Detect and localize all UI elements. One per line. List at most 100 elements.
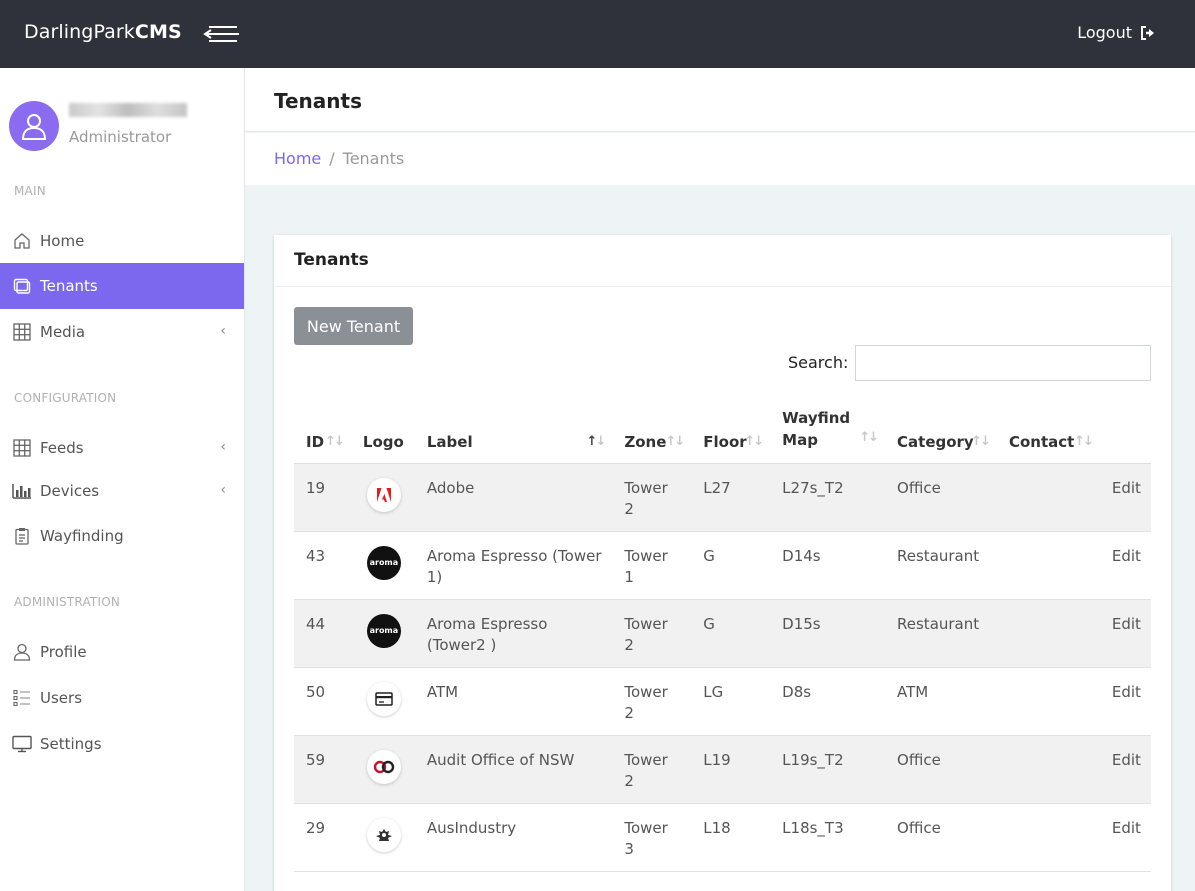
aroma-logo-icon: aroma	[366, 613, 401, 648]
cell-contact	[996, 803, 1100, 872]
table-row: 50 ATM Tower 2 LG D8s ATM Edit	[294, 667, 1151, 736]
sidebar-item-media[interactable]: Media ‹	[0, 309, 244, 355]
cell-logo	[350, 463, 415, 532]
adobe-logo-icon	[366, 477, 401, 512]
column-header-label: Contact	[1008, 432, 1075, 451]
home-icon	[12, 231, 32, 251]
search-input[interactable]	[855, 345, 1151, 381]
cell-zone: Tower 2	[612, 463, 692, 532]
column-header-category[interactable]: Category ↑↓	[885, 405, 997, 464]
cell-category: Restaurant	[885, 599, 997, 668]
column-header-label-col[interactable]: Label ↑↓	[414, 405, 613, 464]
column-header-actions	[1099, 405, 1151, 464]
sidebar-item-profile[interactable]: Profile	[0, 629, 244, 675]
cell-id: 50	[294, 667, 351, 736]
sort-icon: ↑↓	[744, 433, 764, 449]
breadcrumb-home-link[interactable]: Home	[274, 149, 321, 168]
sidebar-item-users[interactable]: Users	[0, 675, 244, 721]
edit-link[interactable]: Edit	[1099, 531, 1151, 600]
sort-icon: ↑↓	[325, 433, 345, 449]
edit-link[interactable]: Edit	[1099, 599, 1151, 668]
brand-suffix: CMS	[134, 21, 182, 43]
cell-logo: aroma	[350, 599, 415, 668]
table-row: 44 aroma Aroma Espresso (Tower2 ) Tower …	[294, 599, 1151, 668]
list-icon	[12, 688, 32, 708]
table-row: 59 Audit Office of NSW Tower 2 L19 L19s_…	[294, 735, 1151, 804]
top-bar: DarlingParkCMS Logout	[0, 0, 1195, 68]
edit-link[interactable]: Edit	[1099, 735, 1151, 804]
avatar[interactable]	[9, 101, 59, 151]
column-header-label: Logo	[362, 432, 404, 451]
page-header: Tenants	[245, 68, 1195, 132]
chevron-left-icon: ‹	[220, 439, 226, 455]
cell-contact	[996, 531, 1100, 600]
sidebar-item-devices[interactable]: Devices ‹	[0, 468, 244, 514]
cell-floor: G	[691, 599, 771, 668]
section-label-main: MAIN	[14, 184, 46, 198]
column-header-wayfind-map[interactable]: Wayfind Map ↑↓	[770, 405, 886, 464]
clipboard-icon	[12, 526, 32, 546]
cell-map: L27s_T2	[770, 463, 886, 532]
cell-logo	[350, 803, 415, 872]
sidebar-item-home[interactable]: Home	[0, 218, 244, 264]
cell-zone: Tower 1	[612, 531, 692, 600]
cell-id: 44	[294, 599, 351, 668]
cell-contact	[996, 735, 1100, 804]
table-row: 43 aroma Aroma Espresso (Tower 1) Tower …	[294, 531, 1151, 600]
cell-map: L19s_T2	[770, 735, 886, 804]
column-header-floor[interactable]: Floor ↑↓	[691, 405, 771, 464]
tenants-table: ID ↑↓ Logo Label ↑↓ Zone ↑↓ Floor ↑↓ Wayfind…	[294, 405, 1151, 872]
section-label-configuration: CONFIGURATION	[14, 391, 117, 405]
edit-link[interactable]: Edit	[1099, 803, 1151, 872]
brand-logo[interactable]: DarlingParkCMS	[24, 21, 182, 43]
edit-link[interactable]: Edit	[1099, 463, 1151, 532]
cell-map: D15s	[770, 599, 886, 668]
column-header-label: Zone	[624, 432, 667, 451]
cell-category: Office	[885, 463, 997, 532]
cell-label: Adobe	[414, 463, 613, 532]
column-header-contact[interactable]: Contact ↑↓	[996, 405, 1100, 464]
page-title: Tenants	[274, 89, 362, 113]
sort-ascending-icon: ↑↓	[586, 433, 607, 449]
cell-category: Restaurant	[885, 531, 997, 600]
sidebar-item-feeds[interactable]: Feeds ‹	[0, 425, 244, 471]
cell-zone: Tower 2	[612, 667, 692, 736]
logo-text: aroma	[369, 558, 399, 567]
sidebar-item-label: Home	[40, 232, 85, 250]
sidebar-item-label: Feeds	[40, 439, 84, 457]
user-icon	[12, 642, 32, 662]
column-header-zone[interactable]: Zone ↑↓	[612, 405, 692, 464]
menu-toggle-icon[interactable]	[203, 24, 241, 44]
cell-floor: L18	[691, 803, 771, 872]
sidebar-item-label: Wayfinding	[40, 527, 124, 545]
sort-icon: ↑↓	[665, 433, 685, 449]
sidebar-item-settings[interactable]: Settings	[0, 721, 244, 767]
cell-contact	[996, 667, 1100, 736]
sidebar-item-label: Devices	[40, 482, 100, 500]
cell-id: 59	[294, 735, 351, 804]
tenants-card: Tenants New Tenant Search: ID ↑↓ Logo Lab…	[274, 235, 1171, 891]
cell-zone: Tower 2	[612, 735, 692, 804]
new-tenant-button[interactable]: New Tenant	[294, 307, 413, 345]
sidebar-item-tenants[interactable]: Tenants	[0, 263, 244, 309]
table-header-row: ID ↑↓ Logo Label ↑↓ Zone ↑↓ Floor ↑↓ Wayfind…	[294, 405, 1151, 464]
sidebar-item-label: Profile	[40, 643, 87, 661]
grid-icon	[12, 322, 32, 342]
edit-link[interactable]: Edit	[1099, 667, 1151, 736]
sidebar-item-wayfinding[interactable]: Wayfinding	[0, 513, 244, 559]
bar-chart-icon	[12, 481, 32, 501]
sidebar-item-label: Media	[40, 323, 86, 341]
breadcrumb: Home / Tenants	[245, 133, 1195, 185]
logout-button[interactable]: Logout	[1077, 23, 1155, 42]
logout-icon	[1141, 25, 1154, 40]
cell-zone: Tower 2	[612, 599, 692, 668]
cell-map: D8s	[770, 667, 886, 736]
column-header-label: ID	[306, 432, 325, 451]
tenants-icon	[12, 276, 32, 296]
logo-text: aroma	[369, 626, 399, 635]
cell-id: 29	[294, 803, 351, 872]
cell-floor: L19	[691, 735, 771, 804]
column-header-label: Wayfind	[782, 408, 851, 427]
user-name-redacted	[69, 103, 187, 117]
column-header-id[interactable]: ID ↑↓	[294, 405, 351, 464]
